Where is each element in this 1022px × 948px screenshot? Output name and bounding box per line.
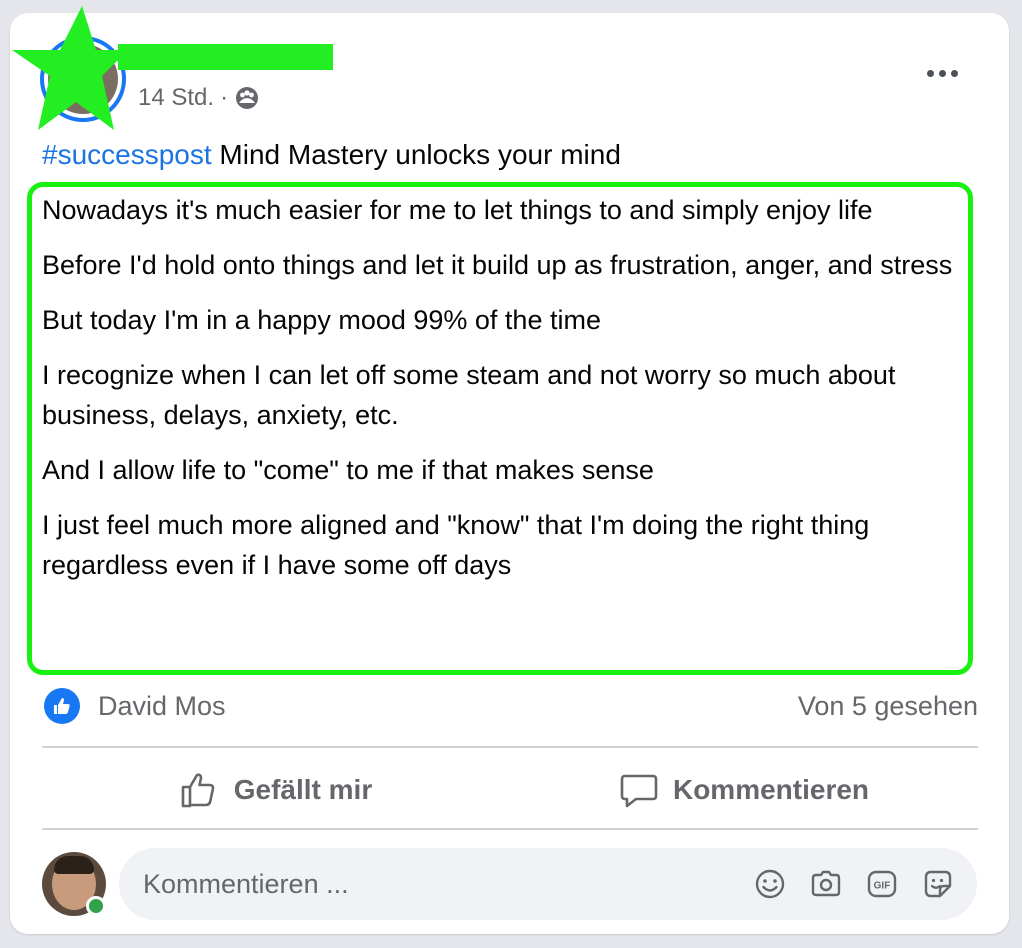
friends-icon[interactable]: [234, 85, 260, 111]
post-paragraph: But today I'm in a happy mood 99% of the…: [42, 305, 601, 335]
more-dot-icon: [950, 69, 958, 77]
post-actions: Gefällt mir Kommentieren: [42, 752, 978, 828]
comment-input[interactable]: [119, 867, 753, 901]
composer-icons: GIF: [753, 867, 977, 901]
comment-label: Kommentieren: [672, 774, 870, 805]
like-label: Gefällt mir: [233, 774, 373, 805]
thumbs-up-icon: [181, 773, 215, 808]
emoji-icon[interactable]: [753, 867, 787, 901]
divider: [42, 828, 978, 830]
post-meta: 14 Std. ·: [138, 84, 260, 112]
camera-icon[interactable]: [809, 867, 843, 901]
headline-text: Mind Mastery unlocks your mind: [211, 139, 621, 170]
liker-name[interactable]: David Mos: [98, 691, 226, 722]
post-paragraph: And I allow life to "come" to me if that…: [42, 455, 654, 485]
more-options-button[interactable]: [918, 56, 966, 90]
post-paragraph: Nowadays it's much easier for me to let …: [42, 195, 873, 225]
post-time[interactable]: 14 Std.: [138, 84, 214, 112]
redacted-author-name: [118, 44, 333, 70]
svg-text:GIF: GIF: [874, 881, 891, 892]
post-paragraph: I just feel much more aligned and "know"…: [42, 510, 870, 580]
online-status-icon: [86, 896, 106, 916]
post-paragraph: I recognize when I can let off some stea…: [42, 360, 896, 430]
comment-button[interactable]: Kommentieren: [510, 752, 978, 828]
divider: [42, 746, 978, 748]
comment-composer[interactable]: GIF: [119, 848, 977, 920]
like-reaction-icon: [44, 688, 80, 724]
like-button[interactable]: Gefällt mir: [42, 752, 510, 828]
more-dot-icon: [938, 69, 946, 77]
avatar-hair: [54, 856, 94, 874]
gif-icon[interactable]: GIF: [865, 867, 899, 901]
sticker-icon[interactable]: [921, 867, 955, 901]
reactions-bar: David Mos Von 5 gesehen: [44, 686, 978, 726]
post-paragraph: Before I'd hold onto things and let it b…: [42, 250, 953, 280]
hashtag-link[interactable]: #successpost: [42, 139, 212, 170]
comment-icon: [620, 774, 658, 808]
meta-separator: ·: [220, 84, 229, 111]
seen-by-count[interactable]: Von 5 gesehen: [798, 691, 978, 722]
reaction-summary[interactable]: David Mos: [44, 688, 226, 724]
post-headline: #successpost Mind Mastery unlocks your m…: [42, 138, 621, 172]
more-dot-icon: [926, 69, 934, 77]
redaction-star-icon: [12, 6, 128, 130]
post-body: Nowadays it's much easier for me to let …: [42, 190, 962, 600]
